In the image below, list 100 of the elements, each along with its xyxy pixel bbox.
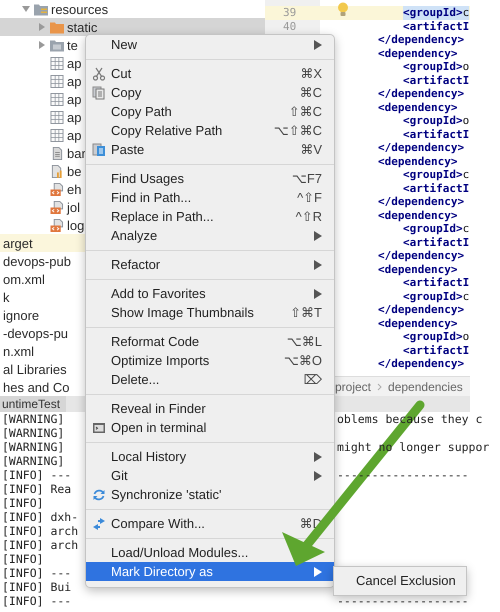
tree-item-label[interactable]: -devops-pu xyxy=(3,326,68,340)
console-line: [WARNING] xyxy=(2,426,64,440)
code-line: <groupId>o xyxy=(403,60,470,74)
menu-item[interactable]: Reveal in Finder xyxy=(86,399,334,418)
tree-item-label[interactable]: static xyxy=(67,20,98,34)
menu-item[interactable]: Cut ⌘X xyxy=(86,64,334,83)
tree-item-label[interactable]: ignore xyxy=(3,308,40,322)
console-line: [WARNING] xyxy=(2,412,64,426)
submenu-arrow-icon xyxy=(314,40,322,50)
xml-file-icon xyxy=(50,200,64,214)
console-line: [INFO] Rea xyxy=(2,482,72,496)
code-line: <artifactI xyxy=(403,74,470,87)
tree-item-label[interactable]: arget xyxy=(3,236,33,250)
menu-item[interactable]: Replace in Path... ^⇧R xyxy=(86,207,334,226)
tree-item-label[interactable]: devops-pub xyxy=(3,254,71,268)
folder-icon xyxy=(50,20,64,34)
menu-item[interactable]: Find in Path... ^⇧F xyxy=(86,188,334,207)
menu-item[interactable]: Reformat Code ⌥⌘L xyxy=(86,332,334,351)
code-line: <artifactI xyxy=(403,182,470,195)
code-line: </dependency> xyxy=(378,357,464,370)
code-line: <dependency> xyxy=(378,316,458,330)
menu-item[interactable]: Show Image Thumbnails ⇧⌘T xyxy=(86,303,334,322)
run-tab[interactable]: untimeTest xyxy=(0,396,66,412)
line-number: 39 xyxy=(283,6,296,19)
submenu-arrow-icon xyxy=(314,230,322,240)
console-line: [INFO] --- xyxy=(2,468,72,482)
tree-item-label[interactable]: n.xml xyxy=(3,344,34,358)
code-line: <artifactI xyxy=(403,128,470,141)
code-line: <dependency> xyxy=(378,154,458,168)
submenu-arrow-icon xyxy=(314,288,322,298)
tree-item-label[interactable]: ap xyxy=(67,92,82,106)
code-line: <dependency> xyxy=(378,46,458,60)
terminal-icon xyxy=(92,420,106,434)
code-line: </dependency> xyxy=(378,195,464,208)
tree-item-label[interactable]: ap xyxy=(67,56,82,70)
breadcrumb[interactable]: dependencies xyxy=(388,380,463,394)
menu-item[interactable]: Optimize Imports ⌥⌘O xyxy=(86,351,334,370)
code-line: <groupId>o xyxy=(403,330,470,344)
xml-file-icon xyxy=(50,182,64,196)
menu-item[interactable]: Mark Directory as xyxy=(86,562,334,581)
menu-item[interactable]: Copy Path ⇧⌘C xyxy=(86,102,334,121)
menu-item[interactable]: Copy Relative Path ⌥⇧⌘C xyxy=(86,121,334,140)
menu-item[interactable]: Analyze xyxy=(86,226,334,245)
menu-item[interactable]: Add to Favorites xyxy=(86,284,334,303)
tree-item-label[interactable]: eh xyxy=(67,182,82,196)
menu-item[interactable]: Paste ⌘V xyxy=(86,140,334,159)
tree-item-label[interactable]: bar xyxy=(67,146,86,160)
console-line: [INFO] xyxy=(2,496,44,510)
console-line: [WARNING] xyxy=(2,440,64,454)
code-line: <artifactI xyxy=(403,20,470,33)
menu-item[interactable]: Find Usages ⌥F7 xyxy=(86,169,334,188)
breadcrumb[interactable]: project xyxy=(335,380,372,394)
menu-item[interactable]: New xyxy=(86,35,334,54)
menu-item[interactable]: Delete... ⌦ xyxy=(86,370,334,389)
tree-item-label[interactable]: resources xyxy=(51,2,108,16)
collapsed-arrow-icon[interactable] xyxy=(38,23,46,31)
tree-item-label[interactable]: jol xyxy=(67,200,80,214)
lightbulb-icon[interactable] xyxy=(337,2,349,17)
compare-icon xyxy=(92,516,106,530)
tree-item-label[interactable]: al Libraries xyxy=(3,362,67,376)
console-line: [WARNING] xyxy=(2,454,64,468)
tree-item-label[interactable]: k xyxy=(3,290,10,304)
menu-item[interactable]: Load/Unload Modules... xyxy=(86,543,334,562)
paste-icon xyxy=(92,142,106,156)
menu-item[interactable]: Refactor xyxy=(86,255,334,274)
tree-item-label[interactable]: log xyxy=(67,218,84,232)
console-line: [INFO] --- xyxy=(2,594,72,608)
menu-item[interactable]: Local History xyxy=(86,447,334,466)
menu-item[interactable]: Open in terminal xyxy=(86,418,334,437)
console-line: [INFO] arch xyxy=(2,538,78,552)
tree-item-label[interactable]: ap xyxy=(67,110,82,124)
scissors-icon xyxy=(92,66,106,80)
sync-icon xyxy=(92,488,106,502)
menu-item[interactable]: Cancel Exclusion xyxy=(334,571,466,591)
tree-item-label[interactable]: hes and Co xyxy=(3,380,70,394)
code-line: <artifactI xyxy=(403,236,470,249)
menu-item[interactable]: Synchronize 'static' xyxy=(86,485,334,504)
menu-item[interactable]: Git xyxy=(86,466,334,485)
menu-item[interactable]: Copy ⌘C xyxy=(86,83,334,102)
code-line: <dependency> xyxy=(378,100,458,114)
tree-item-label[interactable]: ap xyxy=(67,74,82,88)
xml-file-icon xyxy=(50,218,64,232)
table-file-icon xyxy=(50,110,64,124)
table-file-icon xyxy=(50,56,64,70)
code-line: <artifactI xyxy=(403,276,470,290)
collapsed-arrow-icon[interactable] xyxy=(38,41,46,49)
expanded-arrow-icon[interactable] xyxy=(22,5,30,13)
tree-item-label[interactable]: ap xyxy=(67,128,82,142)
console-line: [INFO] arch xyxy=(2,524,78,538)
console-line: [INFO] Bui xyxy=(2,580,72,594)
tree-item-label[interactable]: om.xml xyxy=(3,272,45,286)
tree-item-label[interactable]: be xyxy=(67,164,82,178)
code-line: <groupId>o xyxy=(403,114,470,128)
tree-item-label[interactable]: te xyxy=(67,38,78,52)
submenu-arrow-icon xyxy=(314,566,322,576)
code-line: </dependency> xyxy=(378,249,464,262)
code-line: </dependency> xyxy=(378,87,464,100)
code-line: <groupId>c xyxy=(403,290,470,303)
submenu-arrow-icon xyxy=(314,260,322,270)
table-file-icon xyxy=(50,74,64,88)
